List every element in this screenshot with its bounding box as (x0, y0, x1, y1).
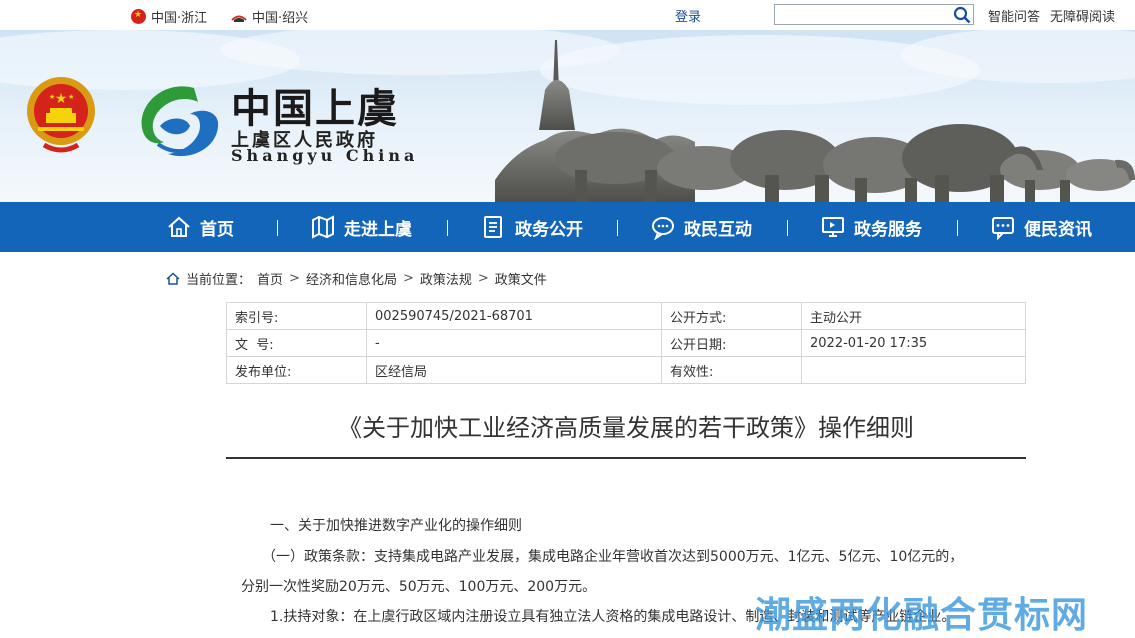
search-input[interactable] (774, 4, 974, 25)
monitor-icon (822, 217, 844, 237)
breadcrumb-policy-docs[interactable]: 政策文件 (495, 269, 547, 288)
nav-item-home-label: 首页 (200, 219, 234, 240)
hat-icon (231, 15, 247, 22)
svg-text:★: ★ (68, 93, 74, 101)
index-value: 002590745/2021-68701 (366, 302, 662, 330)
shangyu-logo-icon (141, 86, 219, 157)
breadcrumb-policies[interactable]: 政策法规 (420, 269, 472, 288)
nav-item-citizen-info-label: 便民资讯 (1024, 219, 1092, 240)
nav-item-gov-info[interactable]: 政务公开 (481, 202, 583, 252)
table-row: 发布单位: 区经信局 有效性: (226, 356, 1026, 384)
document-meta-table: 索引号: 002590745/2021-68701 公开方式: 主动公开 文 号… (226, 302, 1026, 384)
nav-item-services-label: 政务服务 (854, 219, 922, 240)
title-divider (226, 457, 1026, 459)
national-emblem-icon: ★ ★ ★ (27, 77, 95, 153)
site-link-zhejiang[interactable]: 中国·浙江 (131, 7, 207, 26)
header-banner: ★ ★ ★ 中国上虞 上虞区人民政府 Shangyu China (0, 30, 1135, 202)
home-icon (168, 216, 190, 237)
site-english-name: Shangyu China (231, 146, 419, 165)
nav-divider (787, 220, 788, 236)
nav-item-gov-info-label: 政务公开 (515, 219, 583, 240)
nav-divider (957, 220, 958, 236)
chat-icon (652, 217, 674, 240)
search-icon[interactable] (953, 6, 971, 24)
issuer-label: 发布单位: (226, 356, 367, 384)
svg-text:★: ★ (49, 93, 55, 101)
accessibility-link[interactable]: 无障碍阅读 (1050, 6, 1115, 25)
table-row: 文 号: - 公开日期: 2022-01-20 17:35 (226, 329, 1026, 357)
nav-item-interaction-label: 政民互动 (684, 219, 752, 240)
smart-qa-link[interactable]: 智能问答 (988, 6, 1040, 25)
section-heading: 一、关于加快推进数字产业化的操作细则 (270, 518, 522, 534)
policy-clause: （一）政策条款：支持集成电路产业发展，集成电路企业年营收首次达到5000万元、1… (262, 549, 964, 565)
svg-text:★: ★ (55, 91, 68, 107)
document-title: 《关于加快工业经济高质量发展的若干政策》操作细则 (338, 414, 914, 442)
open-date-label: 公开日期: (661, 329, 802, 357)
validity-label: 有效性: (661, 356, 802, 384)
doc-no-value: - (366, 329, 662, 357)
nav-divider (277, 220, 278, 236)
issuer-value: 区经信局 (366, 356, 662, 384)
nav-divider (447, 220, 448, 236)
breadcrumb-home[interactable]: 首页 (257, 269, 283, 288)
site-link-zhejiang-label: 中国·浙江 (151, 11, 208, 26)
login-link[interactable]: 登录 (675, 6, 701, 25)
doc-no-label: 文 号: (226, 329, 367, 357)
nav-item-about[interactable]: 走进上虞 (310, 202, 412, 252)
index-label: 索引号: (226, 302, 367, 330)
document-icon (484, 216, 502, 238)
breadcrumb-prefix: 当前位置： (186, 273, 252, 288)
national-emblem-icon (131, 9, 146, 24)
site-link-shaoxing[interactable]: 中国·绍兴 (231, 7, 308, 26)
nav-item-home[interactable]: 首页 (166, 202, 234, 252)
nav-item-interaction[interactable]: 政民互动 (650, 202, 752, 252)
watermark: 潮盛两化融合贯标网 (755, 595, 1089, 636)
elephant-sculpture-image (495, 40, 1135, 202)
message-icon (992, 217, 1014, 240)
map-icon (312, 215, 334, 239)
breadcrumb-separator: > (477, 271, 489, 286)
open-mode-label: 公开方式: (661, 302, 802, 330)
breadcrumb-separator: > (402, 271, 414, 286)
breadcrumb-separator: > (289, 271, 300, 286)
nav-divider (617, 220, 618, 236)
table-row: 索引号: 002590745/2021-68701 公开方式: 主动公开 (226, 302, 1026, 330)
site-link-shaoxing-label: 中国·绍兴 (252, 11, 309, 26)
open-mode-value: 主动公开 (801, 302, 1026, 330)
open-date-value: 2022-01-20 17:35 (801, 329, 1026, 357)
nav-item-citizen-info[interactable]: 便民资讯 (990, 202, 1092, 252)
breadcrumb: 当前位置： 首页 > 经济和信息化局 > 政策法规 > 政策文件 (166, 269, 547, 288)
nav-item-about-label: 走进上虞 (344, 219, 412, 240)
breadcrumb-bureau[interactable]: 经济和信息化局 (306, 269, 397, 288)
validity-value (801, 356, 1026, 384)
main-nav: 首页 走进上虞 政务公开 政民互动 政务服务 便民资讯 (0, 202, 1135, 252)
home-icon (166, 272, 180, 285)
top-bar: 中国·浙江 中国·绍兴 登录 智能问答 无障碍阅读 (0, 0, 1135, 30)
nav-item-services[interactable]: 政务服务 (820, 202, 922, 252)
